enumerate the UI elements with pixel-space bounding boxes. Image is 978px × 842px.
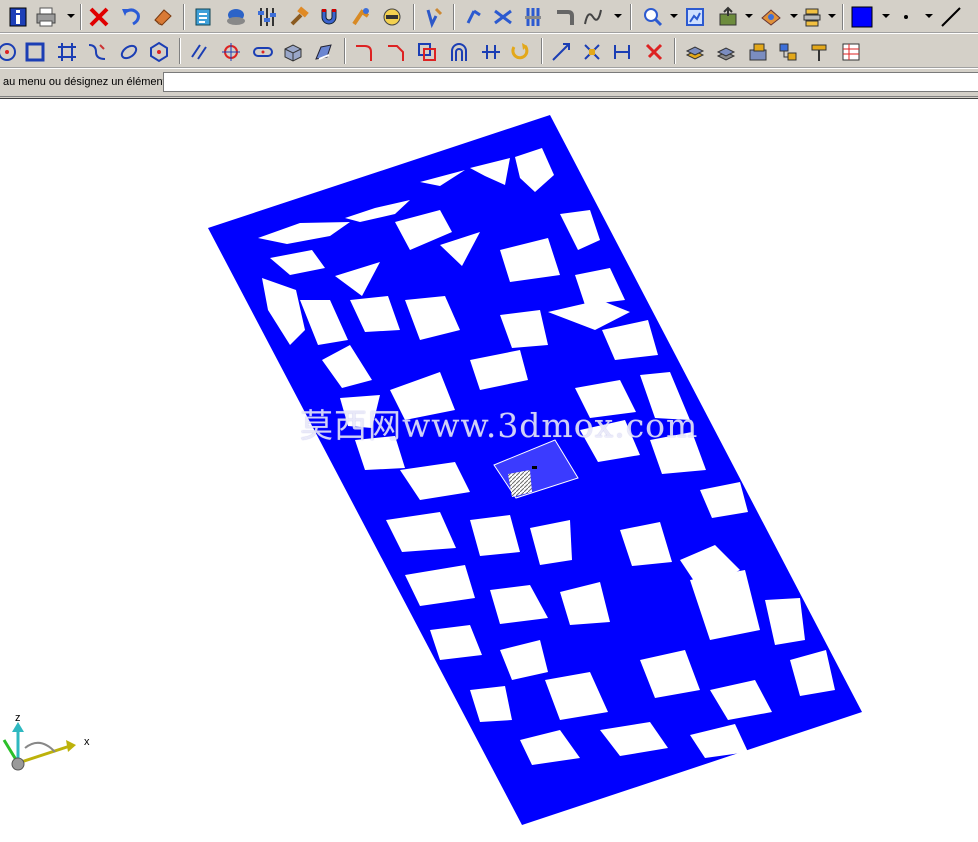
hammer-icon[interactable] (286, 4, 312, 30)
target-icon[interactable] (218, 39, 244, 65)
color-swatch[interactable] (849, 4, 875, 30)
surface-icon[interactable] (713, 39, 739, 65)
zoom-dropdown-icon[interactable] (670, 12, 678, 20)
assembly-icon[interactable] (775, 39, 801, 65)
fit-icon[interactable] (682, 4, 708, 30)
layers-dropdown-icon[interactable] (828, 12, 836, 20)
main-toolbar (0, 0, 978, 33)
render-dropdown-icon[interactable] (790, 12, 798, 20)
macro-icon[interactable] (190, 4, 216, 30)
adjust-icon[interactable] (520, 4, 546, 30)
drawing-viewport[interactable]: 莫西网www.3dmox.com z x (0, 99, 978, 842)
eraser-icon[interactable] (150, 4, 176, 30)
render-icon[interactable] (758, 4, 784, 30)
frame-icon[interactable] (54, 39, 80, 65)
zoom-window-icon[interactable] (223, 4, 249, 30)
point-dropdown-icon[interactable] (925, 12, 933, 20)
sliders-icon[interactable] (254, 4, 280, 30)
separator (541, 38, 543, 64)
info-icon[interactable] (5, 4, 31, 30)
fillet-icon[interactable] (351, 39, 377, 65)
rotate-icon[interactable] (461, 4, 487, 30)
axis-triad (2, 722, 76, 771)
axis-x-label: x (84, 736, 90, 748)
printer-dropdown-icon[interactable] (67, 12, 75, 20)
printer-icon[interactable] (33, 4, 59, 30)
separator (179, 38, 181, 64)
extend-icon[interactable] (478, 39, 504, 65)
offset-icon[interactable] (414, 39, 440, 65)
curve-icon[interactable] (580, 4, 606, 30)
separator (413, 4, 415, 30)
watermark: 莫西网www.3dmox.com (300, 406, 699, 445)
separator (80, 4, 82, 30)
dimension-icon[interactable] (609, 39, 635, 65)
trim-icon[interactable] (490, 4, 516, 30)
circle-icon[interactable] (0, 39, 20, 65)
import-dropdown-icon[interactable] (745, 12, 753, 20)
arch-icon[interactable] (446, 39, 472, 65)
color-dropdown-icon[interactable] (882, 12, 890, 20)
command-input[interactable] (163, 72, 978, 92)
magnet-icon[interactable] (316, 4, 342, 30)
model-scene (2, 115, 862, 825)
table-icon[interactable] (838, 39, 864, 65)
bend-icon[interactable] (551, 4, 577, 30)
separator (842, 4, 844, 30)
separator (674, 38, 676, 64)
sweep-icon[interactable] (311, 39, 337, 65)
view-icon[interactable] (379, 4, 405, 30)
slot-icon[interactable] (250, 39, 276, 65)
spline-icon[interactable] (84, 39, 110, 65)
stretch-icon[interactable] (579, 39, 605, 65)
undo-icon[interactable] (118, 4, 144, 30)
snap-icon[interactable] (348, 4, 374, 30)
selection-marker (532, 466, 537, 469)
box-icon[interactable] (280, 39, 306, 65)
command-prompt: au menu ou désignez un élément: (3, 76, 169, 88)
delete-icon[interactable] (86, 4, 112, 30)
import-icon[interactable] (715, 4, 741, 30)
axis-z-label: z (15, 712, 21, 724)
parallel-icon[interactable] (186, 39, 212, 65)
ellipse-icon[interactable] (116, 39, 142, 65)
solid-icon[interactable] (745, 39, 771, 65)
line-style-icon[interactable] (938, 4, 964, 30)
separator (183, 4, 185, 30)
command-bar: au menu ou désignez un élément: (0, 68, 978, 96)
separator (630, 4, 632, 30)
curve-dropdown-icon[interactable] (614, 12, 622, 20)
polygon-icon[interactable] (146, 39, 172, 65)
rectangle-icon[interactable] (22, 39, 48, 65)
zoom-icon[interactable] (640, 4, 666, 30)
cut-icon[interactable] (641, 39, 667, 65)
geometry-toolbar (0, 33, 978, 68)
chamfer-icon[interactable] (383, 39, 409, 65)
point-style-icon[interactable] (893, 4, 919, 30)
rotate-object-icon[interactable] (507, 39, 533, 65)
extrude-icon[interactable] (682, 39, 708, 65)
separator (344, 38, 346, 64)
separator (453, 4, 455, 30)
paint-icon[interactable] (806, 39, 832, 65)
scale-icon[interactable] (548, 39, 574, 65)
layers-icon[interactable] (799, 4, 825, 30)
edit-point-icon[interactable] (420, 4, 446, 30)
